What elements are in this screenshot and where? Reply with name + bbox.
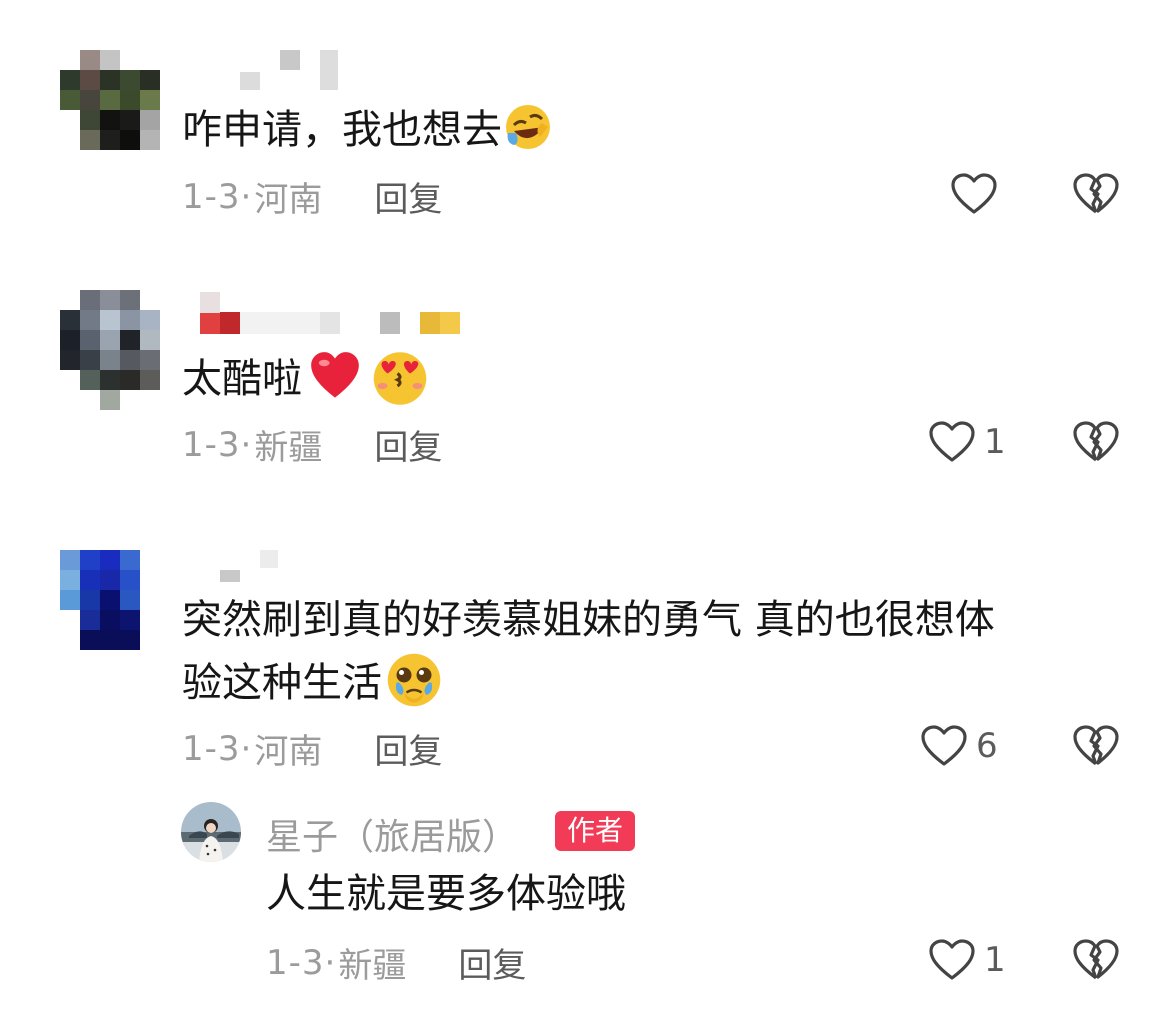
comment-text: 咋申请，我也想去 (182, 100, 1122, 160)
reply-location: 新疆 (338, 946, 407, 986)
like-count: 6 (976, 726, 998, 766)
comment-meta: 1-3· 新疆 回复 (182, 420, 442, 469)
kissing-heart-eyes-emoji (373, 352, 427, 405)
author-avatar-image (181, 802, 241, 862)
comment-date: 1-3· (182, 424, 253, 465)
dislike-button[interactable] (1072, 420, 1120, 464)
comment-meta: 1-3· 河南 回复 (182, 724, 442, 773)
dislike-button[interactable] (1072, 938, 1120, 982)
like-button[interactable]: 1 (928, 420, 1006, 464)
broken-heart-icon (1073, 939, 1119, 980)
author-badge: 作者 (555, 811, 636, 851)
author-avatar[interactable] (181, 802, 241, 862)
broken-heart-icon (1073, 725, 1119, 766)
dislike-button[interactable] (1072, 724, 1120, 768)
comment-text-line: 验这种生活 (182, 650, 1122, 713)
like-button[interactable]: 6 (920, 724, 998, 768)
broken-heart-icon (1073, 421, 1119, 462)
reply-button[interactable]: 回复 (374, 172, 442, 221)
pleading-tears-emoji (387, 653, 441, 707)
username-blurred[interactable] (220, 550, 278, 582)
avatar[interactable] (60, 290, 160, 390)
avatar-tail (100, 390, 120, 410)
reply-button[interactable]: 回复 (458, 938, 526, 987)
reply-text: 人生就是要多体验哦 (266, 871, 626, 917)
comment-text-line: 突然刷到真的好羡慕姐妹的勇气 真的也很想体 (182, 597, 995, 643)
comment-location: 河南 (254, 732, 323, 772)
reply-button[interactable]: 回复 (374, 420, 442, 469)
username-blurred[interactable] (200, 292, 460, 334)
like-button[interactable]: 1 (928, 938, 1006, 982)
comment-text: 突然刷到真的好羡慕姐妹的勇气 真的也很想体 验这种生活 (182, 590, 1122, 713)
like-button[interactable] (950, 172, 1006, 216)
comment-date: 1-3· (182, 728, 253, 769)
heart-icon (951, 173, 997, 214)
avatar-tail (80, 630, 140, 650)
broken-heart-icon (1073, 173, 1119, 214)
comment-text: 太酷啦 (182, 346, 1122, 409)
reply-date: 1-3· (266, 942, 337, 983)
comment-location: 河南 (254, 180, 323, 220)
heart-icon (921, 725, 967, 766)
red-heart-emoji (311, 352, 359, 398)
dislike-button[interactable] (1072, 172, 1120, 216)
avatar[interactable] (60, 50, 160, 150)
reply-button[interactable]: 回复 (374, 724, 442, 773)
comment-location: 新疆 (254, 428, 323, 468)
author-username[interactable]: 星子（旅居版） (266, 808, 518, 860)
username-blurred[interactable] (240, 50, 338, 90)
comment-list: 咋申请，我也想去 1-3· 河南 回复 太酷啦 1-3· 新疆 回复 1 突然刷… (0, 0, 1170, 1029)
like-count: 1 (984, 940, 1006, 980)
heart-icon (929, 939, 975, 980)
comment-date: 1-3· (182, 176, 253, 217)
rolling-laughing-emoji (506, 105, 550, 149)
heart-icon (929, 421, 975, 462)
like-count: 1 (984, 422, 1006, 462)
comment-meta: 1-3· 河南 回复 (182, 172, 442, 221)
reply-meta: 1-3· 新疆 回复 (266, 938, 526, 987)
